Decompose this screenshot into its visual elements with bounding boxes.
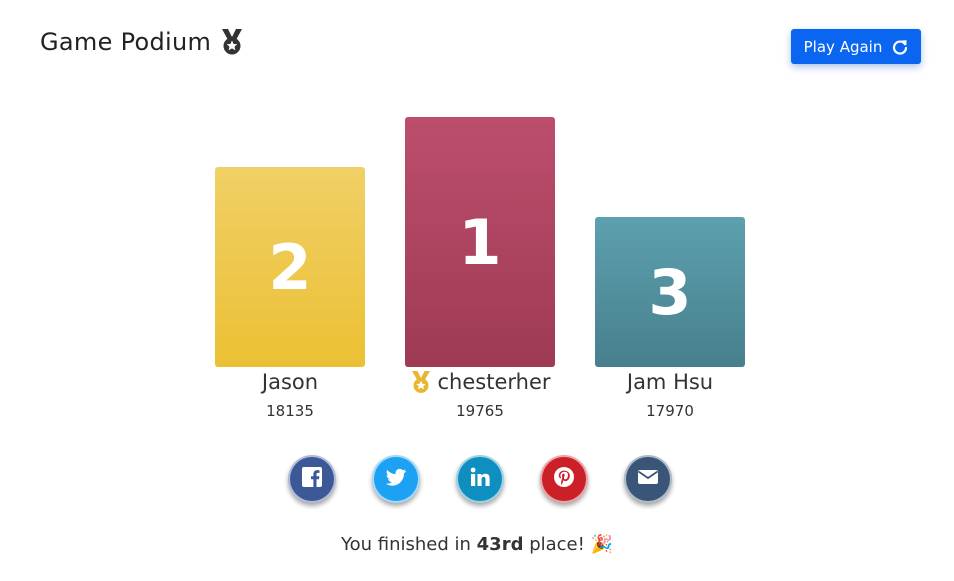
email-icon <box>636 465 660 493</box>
finish-place: 43rd <box>476 534 524 555</box>
player-score-second: 18135 <box>266 402 314 420</box>
share-email-button[interactable] <box>624 455 672 503</box>
player-name-first: chesterher <box>380 370 580 394</box>
party-popper-icon: 🎉 <box>590 534 613 555</box>
refresh-icon <box>892 39 908 55</box>
share-pinterest-button[interactable] <box>540 455 588 503</box>
player-name-third: Jam Hsu <box>570 370 770 394</box>
finish-suffix: place! <box>529 534 585 555</box>
player-name-first-text: chesterher <box>437 370 551 394</box>
player-name-second-text: Jason <box>261 370 319 394</box>
page-title: Game Podium <box>40 28 245 56</box>
share-linkedin-button[interactable] <box>456 455 504 503</box>
play-again-button[interactable]: Play Again <box>791 29 921 64</box>
player-name-third-text: Jam Hsu <box>626 370 714 394</box>
gold-medal-icon <box>410 370 432 394</box>
finish-prefix: You finished in <box>340 534 471 555</box>
pinterest-icon <box>552 465 576 493</box>
podium-block-second: 2 <box>215 167 365 367</box>
play-again-label: Play Again <box>803 37 883 56</box>
podium-rank-second: 2 <box>268 230 312 304</box>
medal-icon <box>219 28 245 56</box>
linkedin-icon <box>468 465 492 493</box>
finish-message: You finished in 43rd place! 🎉 <box>0 534 954 555</box>
podium-block-third: 3 <box>595 217 745 367</box>
player-score-third: 17970 <box>646 402 694 420</box>
podium-rank-first: 1 <box>458 205 502 279</box>
twitter-icon <box>384 465 408 493</box>
podium-block-first: 1 <box>405 117 555 367</box>
share-facebook-button[interactable] <box>288 455 336 503</box>
player-name-second: Jason <box>190 370 390 394</box>
podium-rank-third: 3 <box>648 255 692 329</box>
share-twitter-button[interactable] <box>372 455 420 503</box>
page-title-text: Game Podium <box>40 28 212 56</box>
facebook-icon <box>300 465 324 493</box>
player-score-first: 19765 <box>456 402 504 420</box>
